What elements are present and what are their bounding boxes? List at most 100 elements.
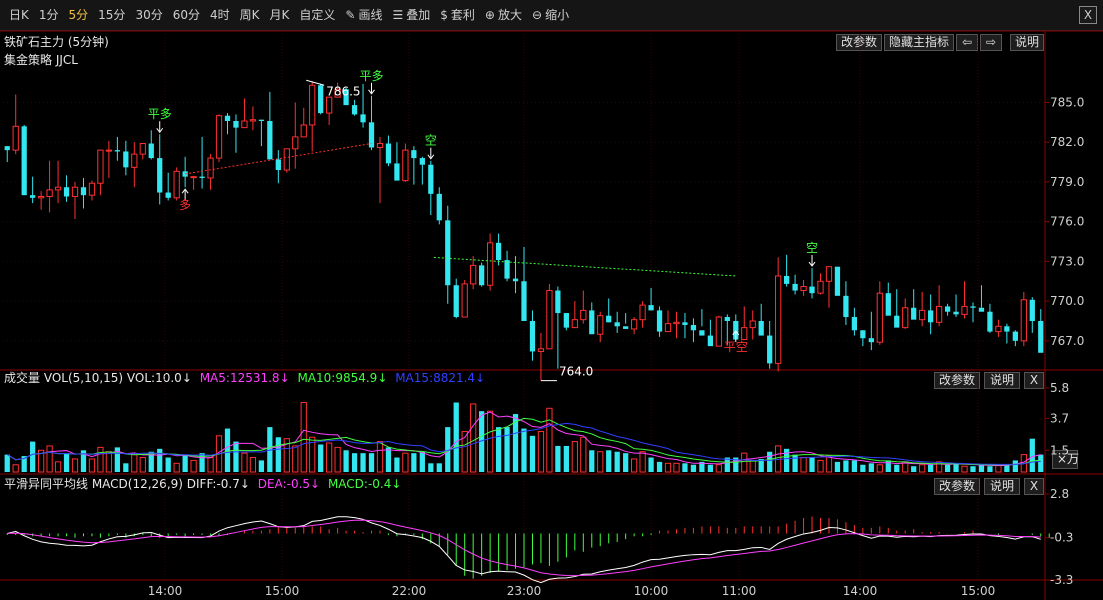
volume-bar [623, 453, 629, 472]
candle-body [868, 338, 874, 343]
candle-body [215, 115, 223, 159]
next-arrow-button[interactable]: ⇨ [980, 34, 1002, 51]
candle-body [402, 149, 409, 182]
candle-body [326, 96, 333, 114]
overlay-button[interactable]: ☰ 叠加 [387, 0, 435, 31]
period-15min[interactable]: 15分 [93, 0, 130, 31]
volume-bar [563, 445, 569, 472]
volume-bar [12, 464, 19, 473]
candle-body [37, 195, 45, 199]
volume-bar [733, 457, 739, 472]
hide-main-indicator-button[interactable]: 隐藏主指标 [884, 34, 954, 51]
period-30min[interactable]: 30分 [130, 0, 167, 31]
main-params-button[interactable]: 改参数 [836, 34, 882, 51]
vol-close-button[interactable]: X [1024, 372, 1044, 389]
candle-body [267, 121, 273, 160]
period-week[interactable]: 周K [235, 0, 265, 31]
zoom-out-label: 缩小 [545, 7, 570, 22]
candle-body [749, 320, 756, 329]
vol-params-button[interactable]: 改参数 [934, 372, 980, 389]
candle-body [825, 266, 833, 282]
macd-params-button[interactable]: 改参数 [934, 478, 980, 495]
volume-bar [173, 462, 180, 473]
vol-ma5: MA5:12531.8↓ [199, 371, 290, 385]
candle-body [30, 195, 36, 198]
candle-body [555, 290, 561, 314]
trade-signal-label: 空 [425, 134, 437, 148]
volume-bar [648, 457, 654, 472]
candle-body [911, 307, 917, 320]
candle-body [970, 306, 976, 308]
main-help-button[interactable]: 说明 [1010, 34, 1044, 51]
candle-body [537, 348, 545, 352]
macd-tick-label: -3.3 [1050, 573, 1073, 587]
macd-title: 平滑异同平均线 MACD(12,26,9) DIFF:-0.7↓ [4, 477, 250, 491]
volume-bar [589, 450, 595, 472]
vol-unit-button[interactable]: ×万 [1052, 450, 1079, 469]
vol-tick-label: 3.7 [1050, 411, 1069, 425]
zoom-in-button[interactable]: ⊕ 放大 [480, 0, 527, 31]
macd-tick-label: -0.3 [1050, 531, 1073, 545]
volume-bar [699, 461, 705, 472]
candle-body [919, 309, 926, 321]
candle-body [368, 122, 375, 148]
vol-ma5-line [6, 411, 1041, 467]
money-bag-icon: $ [440, 7, 448, 22]
candle-body [309, 84, 316, 126]
macd-close-button[interactable]: X [1024, 478, 1044, 495]
signal-arrow-head [181, 188, 189, 194]
vol-ma15: MA15:8821.4↓ [395, 371, 486, 385]
volume-bar [4, 454, 10, 472]
draw-line-button[interactable]: ✎ 画线 [340, 0, 387, 31]
volume-bar [970, 466, 976, 472]
volume-bar [233, 441, 239, 472]
volume-bar [419, 451, 425, 472]
candle-body [275, 159, 281, 171]
candle-body [767, 335, 773, 364]
high-pointer [306, 79, 325, 86]
candle-body [46, 189, 53, 197]
period-5min[interactable]: 5分 [64, 0, 94, 31]
period-4h[interactable]: 4时 [205, 0, 235, 31]
kline-chart[interactable]: 14:00 15:00 22:00 23:00 10:00 11:00 14:00 15:00… [0, 0, 1103, 600]
volume-bar [292, 445, 299, 473]
window-close-button[interactable]: X [1079, 6, 1097, 24]
vol-help-button[interactable]: 说明 [984, 372, 1020, 389]
candle-body [199, 176, 205, 178]
period-month[interactable]: 月K [265, 0, 295, 31]
volume-bar [1004, 464, 1010, 472]
period-1min[interactable]: 1分 [34, 0, 64, 31]
candle-body [428, 164, 434, 194]
candle-body [436, 193, 442, 221]
volume-bar [843, 460, 849, 472]
volume-bar [428, 463, 434, 472]
volume-bar [123, 463, 129, 472]
volume-bar [935, 461, 943, 473]
arbitrage-button[interactable]: $ 套利 [435, 0, 480, 31]
candle-body [453, 285, 459, 318]
zoom-out-icon: ⊖ [532, 7, 543, 22]
vol-tick-label: 5.8 [1050, 381, 1069, 395]
volume-bar [343, 450, 349, 472]
trade-link-long [185, 143, 372, 175]
volume-bar [673, 462, 680, 473]
volume-bar [767, 451, 773, 472]
prev-arrow-button[interactable]: ⇦ [956, 34, 978, 51]
period-day[interactable]: 日K [4, 0, 34, 31]
macd-help-button[interactable]: 说明 [984, 478, 1020, 495]
candle-body [419, 158, 425, 165]
candle-body [385, 143, 392, 164]
trade-signal-label: 平多 [148, 107, 172, 121]
volume-bar [639, 451, 646, 473]
zoom-out-button[interactable]: ⊖ 缩小 [527, 0, 574, 31]
volume-bar [876, 464, 883, 473]
time-tick-label: 22:00 [392, 584, 427, 598]
volume-bar [656, 461, 663, 472]
period-custom[interactable]: 自定义 [294, 0, 340, 31]
candle-body [851, 317, 858, 331]
period-60min[interactable]: 60分 [168, 0, 205, 31]
volume-bar [157, 448, 163, 472]
signal-arrow-head [156, 127, 164, 134]
candle-body [394, 163, 400, 181]
volume-bar [21, 456, 27, 472]
